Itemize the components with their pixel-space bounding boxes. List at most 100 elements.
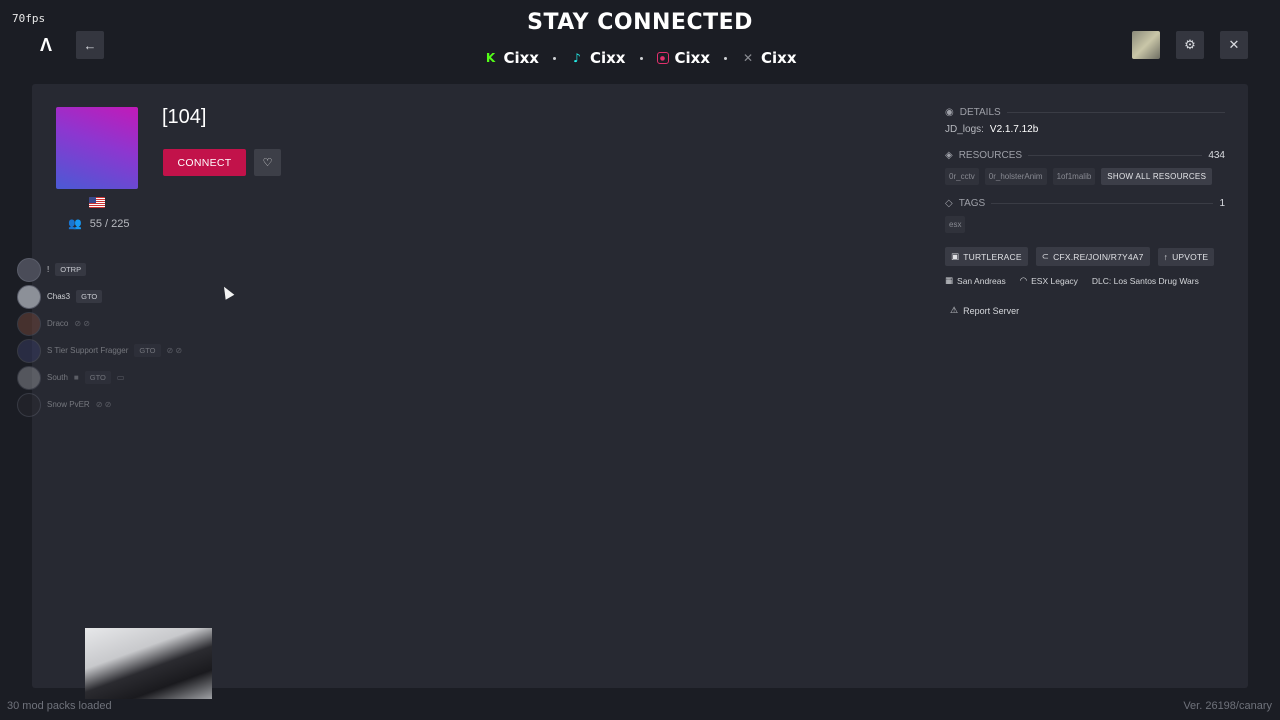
map-info: ▦ San Andreas (945, 275, 1006, 286)
list-item[interactable]: Draco ⊘ ⊘ (17, 310, 182, 337)
link-icon: ▣ (951, 251, 960, 261)
players-icon: 👥 (68, 218, 82, 230)
avatar (17, 257, 41, 282)
instagram-icon: ● (656, 52, 669, 64)
social-tiktok[interactable]: ♪ Cixx (570, 49, 625, 67)
avatar (17, 338, 41, 363)
slash-icon: ⊘ ⊘ (95, 400, 112, 409)
divider (1028, 154, 1203, 156)
server-name: [104] (162, 106, 207, 128)
avatar (17, 284, 41, 309)
close-icon: ✕ (1228, 37, 1240, 52)
social-label: Cixx (674, 49, 711, 67)
social-instagram[interactable]: ● Cixx (656, 49, 711, 67)
page-title: STAY CONNECTED (527, 10, 753, 35)
kick-icon: K (485, 51, 496, 65)
report-server-button[interactable]: ⚠ Report Server (950, 305, 1225, 316)
avatar (17, 311, 41, 336)
favorite-button[interactable]: ♡ (254, 149, 281, 176)
social-links: K Cixx ♪ Cixx ● Cixx ✕ Cixx (0, 49, 1280, 67)
modpacks-status: 30 mod packs loaded (7, 700, 112, 712)
tags-heading: TAGS (958, 197, 986, 209)
social-kick[interactable]: K Cixx (483, 49, 539, 67)
slash-icon: ⊘ ⊘ (166, 346, 183, 355)
player-name: South (47, 373, 68, 382)
layers-icon: ◈ (945, 149, 953, 161)
player-tag: GTO (134, 344, 161, 357)
turtlerace-button[interactable]: ▣ TURTLERACE (945, 247, 1028, 266)
details-value: V2.1.7.12b (989, 124, 1039, 135)
x-icon: ✕ (742, 51, 754, 65)
join-link-button[interactable]: ⊂ CFX.RE/JOIN/R7Y4A7 (1035, 247, 1150, 266)
gametype-label: ESX Legacy (1031, 275, 1078, 286)
map-label: San Andreas (957, 275, 1006, 286)
resources-heading: RESOURCES (958, 149, 1023, 161)
user-avatar[interactable] (1132, 31, 1160, 59)
tag-chip: esx (945, 216, 966, 233)
player-name: Chas3 (47, 292, 71, 301)
social-x[interactable]: ✕ Cixx (741, 49, 797, 67)
arrow-up-icon: ↑ (1163, 251, 1169, 262)
player-tag: OTRP (55, 263, 87, 276)
version-label: Ver. 26198/canary (1183, 700, 1272, 712)
resource-chip: 0r_holsterAnim (984, 168, 1047, 185)
warning-icon: ⚠ (950, 305, 959, 315)
list-item[interactable]: ! OTRP (17, 256, 182, 283)
details-row: JD_logs: V2.1.7.12b (945, 124, 1225, 135)
upvote-button[interactable]: ↑ UPVOTE (1157, 247, 1215, 266)
social-label: Cixx (503, 49, 539, 67)
settings-button[interactable]: ⚙ (1176, 31, 1204, 59)
link-buttons: ▣ TURTLERACE ⊂ CFX.RE/JOIN/R7Y4A7 ↑ UPVO… (945, 247, 1225, 266)
divider (991, 202, 1214, 204)
map-icon: ▦ (945, 275, 954, 285)
tag-list: esx (945, 216, 1225, 233)
social-label: Cixx (761, 49, 797, 67)
tags-header: ◇ TAGS 1 (945, 197, 1225, 209)
list-item[interactable]: S Tier Support Fragger GTO ⊘ ⊘ (17, 337, 182, 364)
tiktok-icon: ♪ (573, 51, 581, 65)
badge-icon: ■ (73, 373, 79, 382)
turtlerace-label: TURTLERACE (963, 251, 1022, 262)
separator-dot (639, 56, 643, 60)
player-name: S Tier Support Fragger (47, 346, 129, 355)
details-key: JD_logs: (945, 124, 984, 135)
player-name: Draco (47, 319, 69, 328)
tags-count: 1 (1219, 197, 1225, 209)
resource-list: 0r_cctv 0r_holsterAnim 1of1malib SHOW AL… (945, 168, 1225, 185)
separator-dot (724, 56, 728, 60)
resource-chip: 0r_cctv (945, 168, 979, 185)
player-count: 👥 55 / 225 (68, 217, 130, 231)
heart-icon: ♡ (262, 157, 273, 169)
topbar-right: ⚙ ✕ (1132, 31, 1248, 59)
player-list: ! OTRP Chas3 GTO Draco ⊘ ⊘ S Tier Suppor… (17, 256, 182, 418)
player-count-value: 55 / 225 (89, 217, 130, 230)
divider (1006, 111, 1225, 113)
resources-count: 434 (1208, 149, 1225, 161)
server-icon (56, 107, 138, 189)
server-meta: ▦ San Andreas ◠ ESX Legacy DLC: Los Sant… (945, 275, 1225, 286)
resources-header: ◈ RESOURCES 434 (945, 149, 1225, 161)
player-tag: GTO (84, 371, 111, 384)
player-tag: GTO (76, 290, 103, 303)
join-label: CFX.RE/JOIN/R7Y4A7 (1053, 251, 1144, 262)
report-label: Report Server (963, 305, 1020, 316)
us-flag-icon (89, 197, 105, 208)
gear-icon: ⚙ (1184, 37, 1196, 52)
camera-icon: ▭ (116, 373, 125, 382)
separator-dot (552, 56, 556, 60)
list-item[interactable]: Chas3 GTO (17, 283, 182, 310)
show-all-resources-button[interactable]: SHOW ALL RESOURCES (1101, 168, 1213, 185)
avatar (17, 392, 41, 417)
webcam-overlay (85, 628, 212, 699)
player-name: ! (47, 265, 50, 274)
avatar (17, 365, 41, 390)
gametype-info: ◠ ESX Legacy (1020, 275, 1078, 286)
list-item[interactable]: South ■ GTO ▭ (17, 364, 182, 391)
upvote-label: UPVOTE (1172, 251, 1209, 262)
list-item[interactable]: Snow PvER ⊘ ⊘ (17, 391, 182, 418)
header: STAY CONNECTED K Cixx ♪ Cixx ● Cixx ✕ Ci… (0, 10, 1280, 67)
dlc-info: DLC: Los Santos Drug Wars (1091, 275, 1199, 286)
close-button[interactable]: ✕ (1220, 31, 1248, 59)
connect-button[interactable]: CONNECT (163, 149, 246, 176)
gamepad-icon: ◠ (1019, 275, 1028, 285)
